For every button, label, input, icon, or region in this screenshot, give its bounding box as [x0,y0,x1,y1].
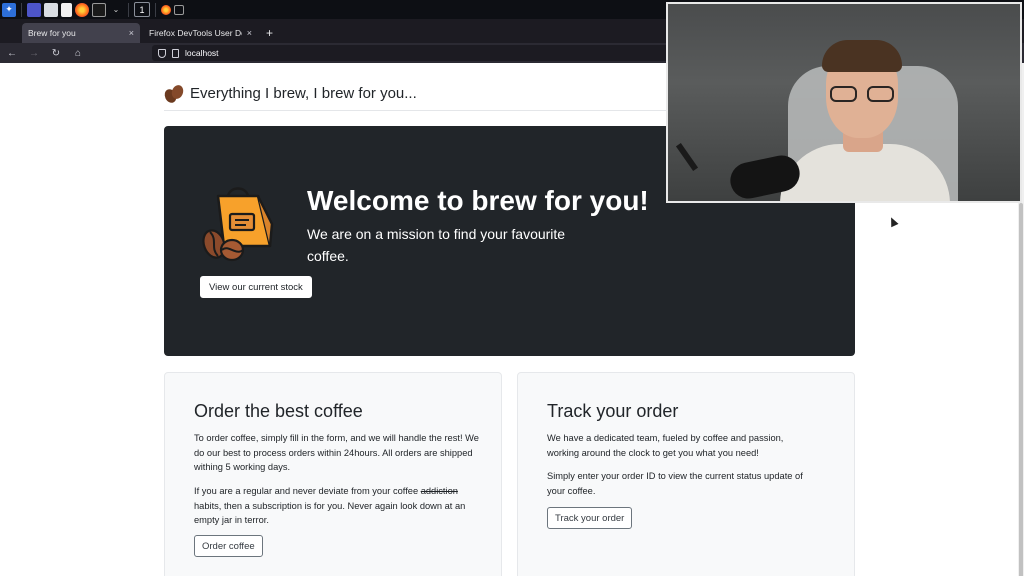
tab-firefox-devtools[interactable]: Firefox DevTools User Do × [140,23,258,43]
webcam-mic-arm [675,142,699,172]
screen-icon[interactable] [174,4,184,15]
strikethrough-text: addiction [420,486,458,496]
app-launcher-icon[interactable]: ✦ [2,2,16,17]
url-bar[interactable]: localhost [152,45,674,61]
back-arrow-icon[interactable]: ← [6,48,18,59]
reload-icon[interactable]: ↻ [50,48,62,59]
track-card-text-2: Simply enter your order ID to view the c… [547,471,803,496]
order-card: Order the best coffee To order coffee, s… [164,372,502,576]
page-icon[interactable] [172,48,179,58]
tab-brew-for-you[interactable]: Brew for you × [22,23,140,43]
webcam-person-hair [822,40,902,72]
order-text-part: If you are a regular and never deviate f… [194,486,421,496]
tab-label: Brew for you [28,28,76,38]
track-card-title: Track your order [547,401,679,421]
hero-heading: Welcome to brew for you! [307,185,649,216]
track-card: Track your order We have a dedicated tea… [517,372,855,576]
firefox-icon[interactable] [75,2,89,17]
tab-title-group: Firefox DevTools User Do [146,28,242,38]
chevron-down-icon[interactable]: ⌄ [109,3,123,17]
taskbar-separator [128,2,129,17]
webcam-glasses [828,86,898,102]
order-card-text-2: If you are a regular and never deviate f… [194,484,484,528]
coffee-beans-icon [162,83,186,105]
view-stock-button[interactable]: View our current stock [200,276,312,298]
order-card-text-1: To order coffee, simply fill in the form… [194,433,479,472]
hero-text: We are on a mission to find your favouri… [307,226,566,264]
track-card-text-1: We have a dedicated team, fueled by coff… [547,433,784,458]
forward-arrow-icon[interactable]: → [28,48,40,59]
terminal-icon[interactable] [92,2,106,17]
close-icon[interactable]: × [129,28,134,38]
workspace-indicator[interactable]: 1 [134,2,150,17]
firefox-window-icon[interactable] [161,4,171,15]
url-text[interactable]: localhost [185,48,219,58]
tab-label: Firefox DevTools User Do [149,28,242,38]
order-card-title: Order the best coffee [194,401,363,421]
site-title[interactable]: Everything I brew, I brew for you... [190,85,417,102]
files-icon[interactable] [44,2,58,17]
taskbar-separator [21,2,22,17]
order-coffee-button[interactable]: Order coffee [194,535,263,557]
webcam-overlay [666,2,1022,203]
close-icon[interactable]: × [247,28,252,38]
home-icon[interactable]: ⌂ [72,48,84,59]
new-tab-button[interactable]: + [258,23,281,43]
taskbar-separator [155,2,156,17]
shield-icon[interactable] [158,48,166,58]
coffee-bag-icon [202,187,274,262]
order-text-part: habits, then a subscription is for you. … [194,500,466,526]
desktop-icon[interactable] [27,2,41,17]
track-order-button[interactable]: Track your order [547,507,633,529]
scrollbar-thumb[interactable] [1019,203,1023,576]
document-icon[interactable] [61,2,72,17]
